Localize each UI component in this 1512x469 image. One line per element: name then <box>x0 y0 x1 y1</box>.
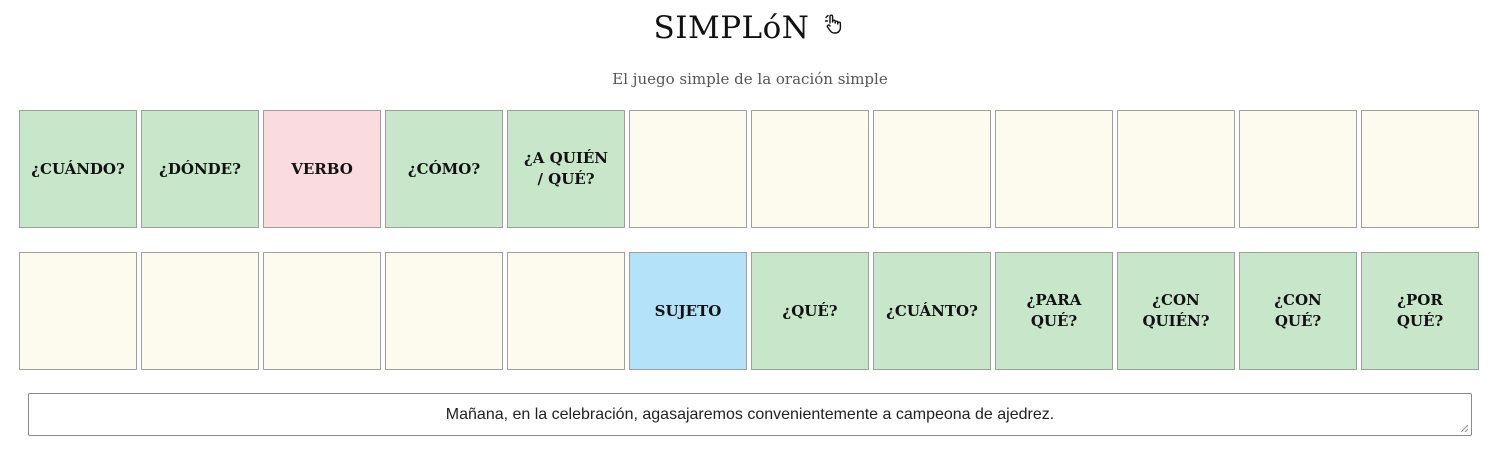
board-cell-label: ¿CÓMO? <box>407 159 481 178</box>
board-cell-label: ¿CON QUÉ? <box>1274 291 1322 330</box>
board-cell-cuándo[interactable]: ¿CUÁNDO? <box>19 110 137 228</box>
board-cell-empty[interactable] <box>385 252 503 370</box>
board-cell-label: ¿CUÁNTO? <box>886 301 978 320</box>
board-cell-para-qué[interactable]: ¿PARA QUÉ? <box>995 252 1113 370</box>
board-cell-empty[interactable] <box>995 110 1113 228</box>
resize-handle-icon[interactable] <box>1460 424 1469 433</box>
board-cell-empty[interactable] <box>507 252 625 370</box>
board-cell-cómo[interactable]: ¿CÓMO? <box>385 110 503 228</box>
board-top-row: ¿CUÁNDO? ¿DÓNDE? VERBO ¿CÓMO? ¿A QUIÉN / QUÉ… <box>19 110 1479 228</box>
board-cell-empty[interactable] <box>1239 110 1357 228</box>
board-cell-empty[interactable] <box>873 110 991 228</box>
board-cell-con-qué[interactable]: ¿CON QUÉ? <box>1239 252 1357 370</box>
board-cell-label: ¿CON QUIÉN? <box>1142 291 1210 330</box>
board-cell-label: ¿QUÉ? <box>782 301 838 320</box>
board-cell-empty[interactable] <box>1361 110 1479 228</box>
board-cell-empty[interactable] <box>263 252 381 370</box>
board-bottom-row: SUJETO ¿QUÉ? ¿CUÁNTO? ¿PARA QUÉ? ¿CON QUIÉN?… <box>19 252 1479 370</box>
board-cell-label: ¿CUÁNDO? <box>31 159 125 178</box>
board-cell-empty[interactable] <box>751 110 869 228</box>
board-cell-label: ¿PARA QUÉ? <box>1026 291 1082 330</box>
board-cell-empty[interactable] <box>1117 110 1235 228</box>
board-cell-label: ¿A QUIÉN / QUÉ? <box>524 149 608 188</box>
sentence-textarea[interactable]: Mañana, en la celebración, agasajaremos … <box>28 393 1472 436</box>
sentence-text: Mañana, en la celebración, agasajaremos … <box>445 406 1055 423</box>
board-cell-verbo[interactable]: VERBO <box>263 110 381 228</box>
board-cell-qué[interactable]: ¿QUÉ? <box>751 252 869 370</box>
board-cell-empty[interactable] <box>19 252 137 370</box>
page-subtitle: El juego simple de la oración simple <box>612 70 888 88</box>
board-cell-label: VERBO <box>291 159 353 178</box>
board-cell-empty[interactable] <box>629 110 747 228</box>
board-cell-cuánto[interactable]: ¿CUÁNTO? <box>873 252 991 370</box>
page-title: SIMPLóN <box>653 10 810 46</box>
board-cell-empty[interactable] <box>141 252 259 370</box>
header: SIMPLóN <box>0 10 1500 46</box>
board-cell-sujeto[interactable]: SUJETO <box>629 252 747 370</box>
board-cell-label: SUJETO <box>654 301 722 320</box>
board-cell-dónde[interactable]: ¿DÓNDE? <box>141 110 259 228</box>
board-cell-label: ¿POR QUÉ? <box>1396 291 1444 330</box>
board-cell-label: ¿DÓNDE? <box>159 159 241 178</box>
pointing-hand-icon <box>823 12 847 36</box>
board-cell-con-quién[interactable]: ¿CON QUIÉN? <box>1117 252 1235 370</box>
board-cell-a-quién-qué[interactable]: ¿A QUIÉN / QUÉ? <box>507 110 625 228</box>
board-cell-por-qué[interactable]: ¿POR QUÉ? <box>1361 252 1479 370</box>
